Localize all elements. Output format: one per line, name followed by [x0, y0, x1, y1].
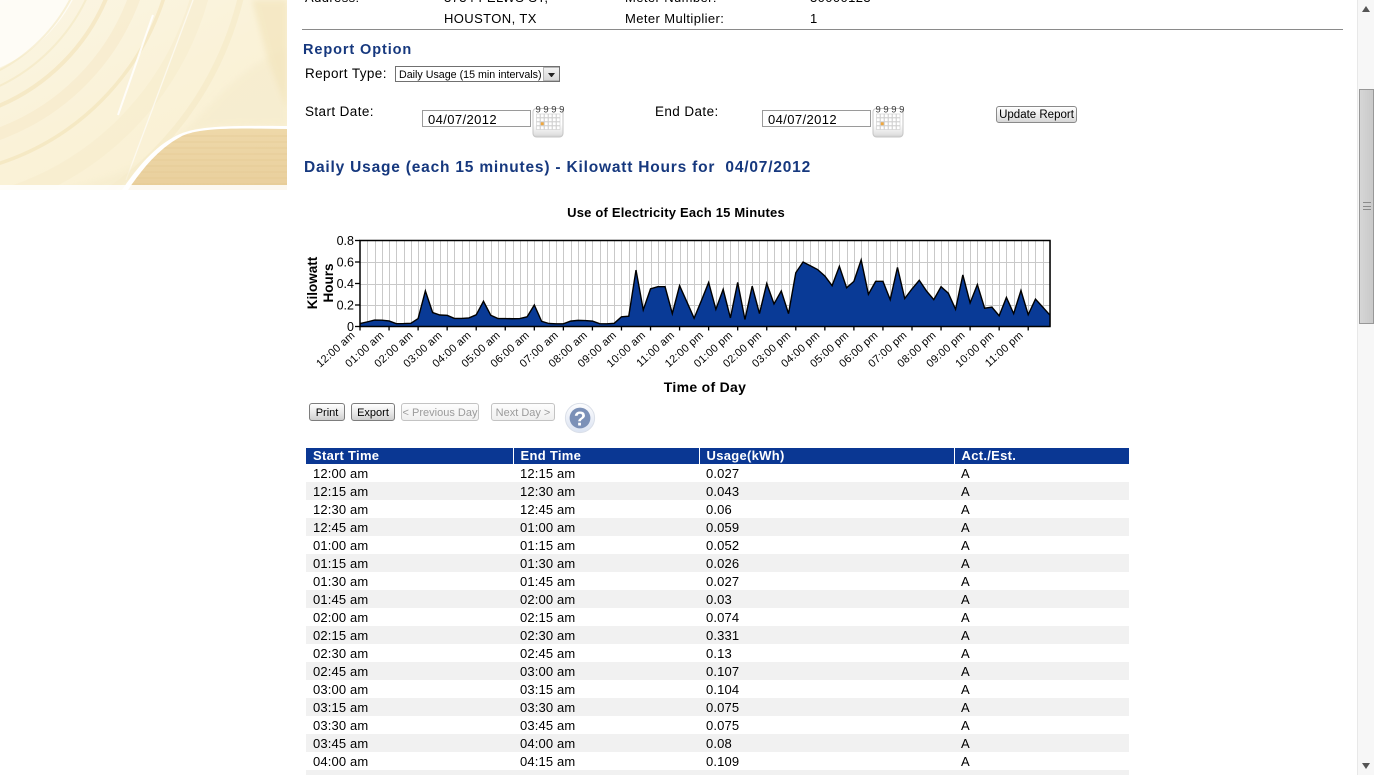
svg-text:Kilowatt: Kilowatt: [305, 256, 320, 309]
svg-text:0.4: 0.4: [337, 277, 354, 291]
svg-text:9999: 9999: [536, 105, 566, 116]
svg-text:0.6: 0.6: [337, 256, 354, 270]
svg-text:Time of Day: Time of Day: [664, 379, 746, 395]
svg-text:0.8: 0.8: [337, 234, 354, 248]
svg-text:9999: 9999: [876, 105, 906, 116]
svg-text:?: ?: [574, 409, 586, 431]
svg-text:0.2: 0.2: [337, 299, 354, 313]
svg-text:Hours: Hours: [321, 263, 336, 302]
svg-text:Use of Electricity Each 15 Min: Use of Electricity Each 15 Minutes: [567, 205, 785, 220]
